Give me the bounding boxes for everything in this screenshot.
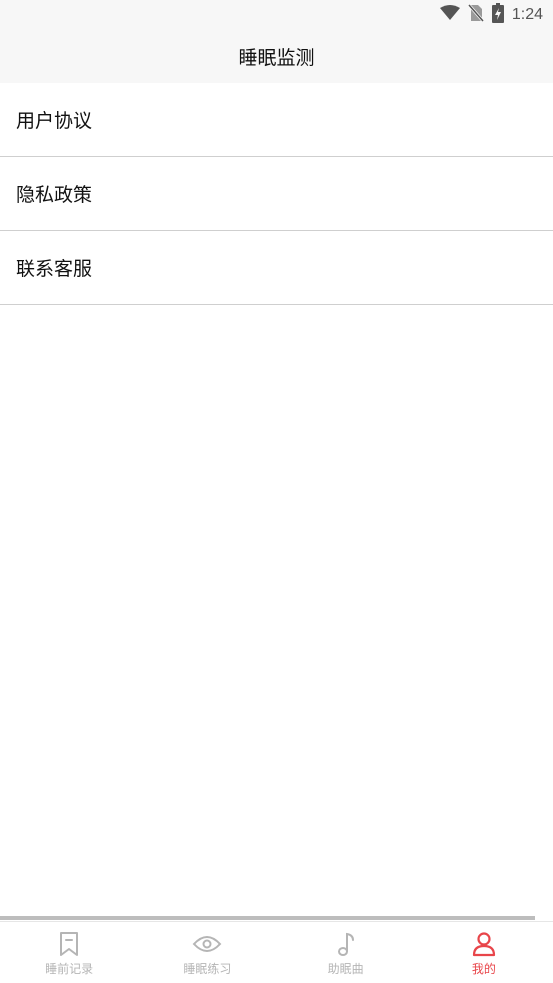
wifi-icon (439, 5, 460, 25)
status-bar: 1:24 (0, 0, 553, 30)
status-icons: 1:24 (439, 3, 543, 27)
menu-item-user-agreement[interactable]: 用户协议 (0, 83, 553, 157)
menu-list: 用户协议 隐私政策 联系客服 (0, 83, 553, 305)
bottom-tab-bar: 睡前记录 睡眠练习 助眠曲 我的 (0, 921, 553, 983)
status-time: 1:24 (511, 6, 543, 23)
tab-label: 睡前记录 (45, 962, 94, 976)
tab-mine[interactable]: 我的 (415, 922, 553, 983)
menu-item-label: 联系客服 (16, 258, 93, 280)
tab-sleep-practice[interactable]: 睡眠练习 (138, 922, 276, 983)
bookmark-icon (54, 930, 84, 958)
music-note-icon (331, 930, 361, 958)
scroll-indicator (0, 916, 535, 920)
tab-label: 我的 (471, 962, 496, 976)
person-icon (469, 930, 499, 958)
title-bar: 睡眠监测 (0, 30, 553, 83)
page-title: 睡眠监测 (238, 47, 315, 69)
tab-label: 助眠曲 (327, 962, 364, 976)
tab-label: 睡眠练习 (183, 962, 232, 976)
menu-item-privacy-policy[interactable]: 隐私政策 (0, 157, 553, 231)
eye-icon (192, 930, 222, 958)
menu-item-label: 用户协议 (16, 110, 93, 132)
menu-item-label: 隐私政策 (16, 184, 93, 206)
menu-item-contact-support[interactable]: 联系客服 (0, 231, 553, 305)
no-sim-icon (467, 4, 484, 26)
tab-pre-sleep-record[interactable]: 睡前记录 (0, 922, 138, 983)
battery-charging-icon (491, 3, 504, 27)
tab-sleep-music[interactable]: 助眠曲 (277, 922, 415, 983)
screen: 1:24 睡眠监测 用户协议 隐私政策 联系客服 睡前记录 睡眠练习 助眠曲 我… (0, 0, 553, 983)
